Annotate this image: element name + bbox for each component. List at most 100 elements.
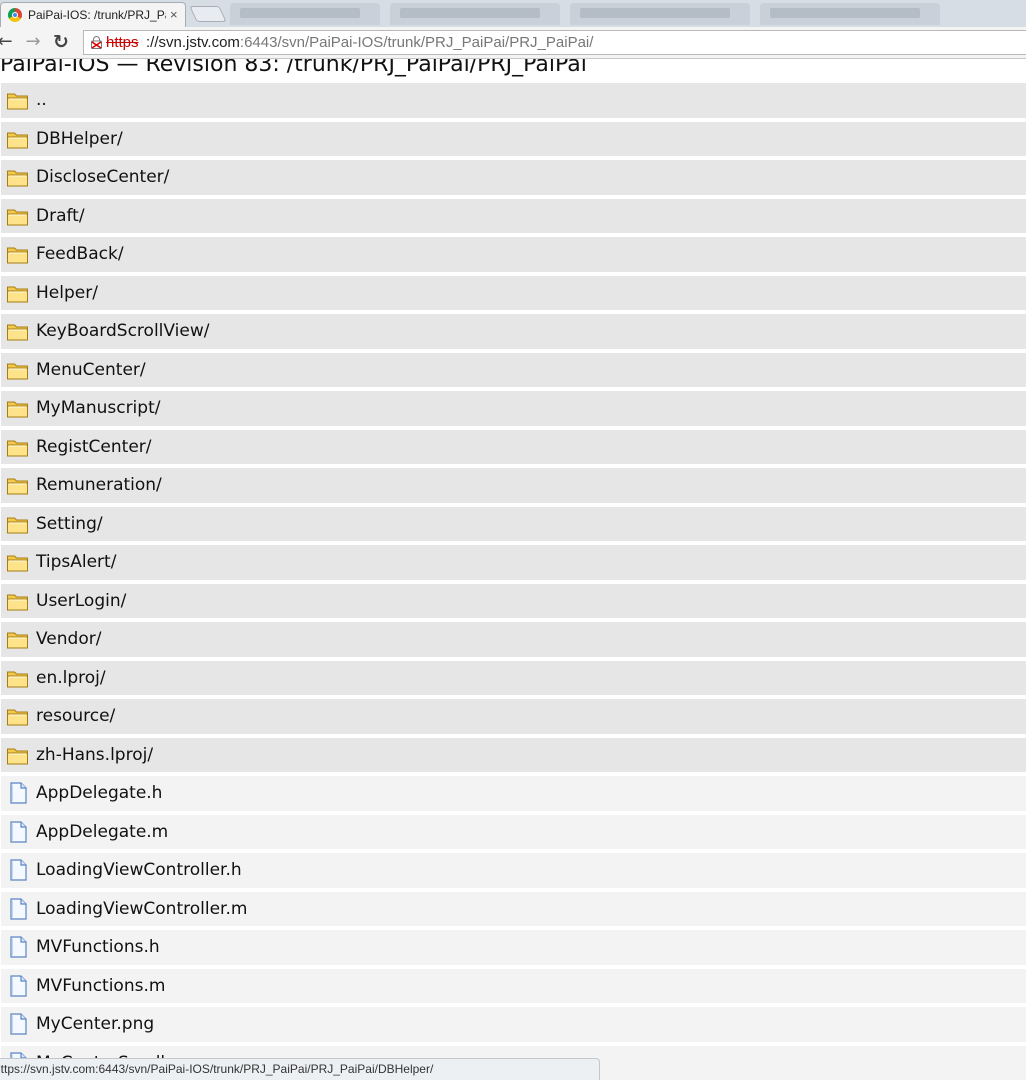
back-arrow-icon[interactable]: ←	[0, 31, 16, 53]
directory-link[interactable]: Setting/	[36, 514, 103, 534]
directory-row[interactable]: MyManuscript/	[1, 391, 1026, 426]
file-icon	[6, 1013, 30, 1035]
status-bar: https://svn.jstv.com:6443/svn/PaiPai-IOS…	[0, 1058, 600, 1080]
folder-icon	[6, 89, 30, 111]
directory-link[interactable]: DiscloseCenter/	[36, 167, 169, 187]
tab-strip: PaiPai-IOS: /trunk/PRJ_Pa ×	[0, 0, 1026, 27]
status-url: https://svn.jstv.com:6443/svn/PaiPai-IOS…	[0, 1062, 434, 1076]
chrome-favicon-icon	[8, 8, 22, 22]
file-icon	[6, 782, 30, 804]
file-link[interactable]: LoadingViewController.h	[36, 860, 242, 880]
file-link[interactable]: MVFunctions.h	[36, 937, 160, 957]
file-icon	[6, 859, 30, 881]
new-tab-button[interactable]	[189, 6, 227, 22]
folder-icon	[6, 744, 30, 766]
file-icon	[6, 820, 30, 843]
directory-row[interactable]: Setting/	[1, 506, 1026, 541]
folder-icon	[6, 513, 30, 535]
directory-link[interactable]: FeedBack/	[36, 244, 124, 264]
directory-link[interactable]: Draft/	[36, 206, 85, 226]
file-link[interactable]: MyCenter.png	[36, 1014, 154, 1034]
file-icon	[6, 936, 30, 958]
directory-link[interactable]: MenuCenter/	[36, 360, 146, 380]
directory-row[interactable]: Remuneration/	[1, 468, 1026, 503]
directory-link[interactable]: resource/	[36, 706, 115, 726]
directory-row[interactable]: MenuCenter/	[1, 352, 1026, 387]
folder-icon	[6, 205, 30, 227]
address-bar[interactable]: https ://svn.jstv.com:6443/svn/PaiPai-IO…	[83, 30, 1026, 55]
file-link[interactable]: MVFunctions.m	[36, 976, 165, 996]
folder-icon	[6, 436, 30, 458]
directory-row[interactable]: DBHelper/	[1, 121, 1026, 156]
directory-row[interactable]: RegistCenter/	[1, 429, 1026, 464]
file-row[interactable]: AppDelegate.h	[1, 776, 1026, 811]
directory-link[interactable]: Helper/	[36, 283, 98, 303]
directory-row[interactable]: FeedBack/	[1, 237, 1026, 272]
folder-icon	[6, 474, 30, 496]
folder-icon	[6, 166, 30, 188]
url-text: ://svn.jstv.com:6443/svn/PaiPai-IOS/trun…	[146, 34, 593, 51]
folder-icon	[6, 359, 30, 381]
directory-link[interactable]: Vendor/	[36, 629, 101, 649]
directory-row[interactable]: zh-Hans.lproj/	[1, 737, 1026, 772]
reload-icon[interactable]: ↻	[50, 31, 72, 53]
folder-icon	[6, 397, 30, 419]
directory-link[interactable]: MyManuscript/	[36, 398, 160, 418]
directory-link[interactable]: Remuneration/	[36, 475, 162, 495]
tab-title: PaiPai-IOS: /trunk/PRJ_Pa	[28, 8, 166, 22]
directory-row[interactable]: UserLogin/	[1, 583, 1026, 618]
folder-icon	[6, 243, 30, 265]
directory-row[interactable]: Vendor/	[1, 622, 1026, 657]
file-icon	[6, 897, 30, 920]
background-tab[interactable]	[570, 3, 750, 25]
url-path: :6443/svn/PaiPai-IOS/trunk/PRJ_PaiPai/PR…	[239, 34, 594, 51]
folder-icon	[6, 128, 30, 150]
folder-icon	[6, 320, 30, 342]
directory-link[interactable]: DBHelper/	[36, 129, 123, 149]
folder-icon	[6, 551, 30, 573]
directory-link[interactable]: zh-Hans.lproj/	[36, 745, 153, 765]
directory-row[interactable]: KeyBoardScrollView/	[1, 314, 1026, 349]
tab-close-icon[interactable]: ×	[170, 7, 178, 23]
page-content: PaiPai-IOS — Revision 83: /trunk/PRJ_Pai…	[0, 59, 1026, 1080]
url-host: ://svn.jstv.com	[146, 34, 240, 51]
file-row[interactable]: MyCenter.png	[1, 1007, 1026, 1042]
background-tab[interactable]	[390, 3, 560, 25]
directory-link[interactable]: TipsAlert/	[36, 552, 116, 572]
page-title: PaiPai-IOS — Revision 83: /trunk/PRJ_Pai…	[0, 59, 587, 77]
directory-link[interactable]: ..	[36, 90, 47, 110]
insecure-lock-icon[interactable]	[91, 36, 102, 49]
folder-icon	[6, 628, 30, 650]
directory-row[interactable]: Helper/	[1, 275, 1026, 310]
folder-icon	[6, 705, 30, 727]
directory-row[interactable]: ..	[1, 83, 1026, 118]
file-row[interactable]: MVFunctions.h	[1, 930, 1026, 965]
directory-link[interactable]: UserLogin/	[36, 591, 126, 611]
directory-link[interactable]: RegistCenter/	[36, 437, 152, 457]
file-link[interactable]: LoadingViewController.m	[36, 899, 247, 919]
tab-active[interactable]: PaiPai-IOS: /trunk/PRJ_Pa ×	[0, 2, 186, 27]
file-link[interactable]: AppDelegate.m	[36, 822, 168, 842]
file-row[interactable]: AppDelegate.m	[1, 814, 1026, 849]
directory-row[interactable]: en.lproj/	[1, 660, 1026, 695]
directory-row[interactable]: resource/	[1, 699, 1026, 734]
file-icon	[6, 974, 30, 997]
folder-icon	[6, 667, 30, 689]
folder-icon	[6, 590, 30, 612]
directory-link[interactable]: en.lproj/	[36, 668, 106, 688]
directory-row[interactable]: TipsAlert/	[1, 545, 1026, 580]
file-row[interactable]: MVFunctions.m	[1, 968, 1026, 1003]
directory-listing: .. DBHelper/DiscloseCenter/Draft/FeedBack…	[0, 83, 1026, 1080]
background-tab[interactable]	[760, 3, 940, 25]
directory-row[interactable]: DiscloseCenter/	[1, 160, 1026, 195]
file-row[interactable]: LoadingViewController.h	[1, 853, 1026, 888]
directory-row[interactable]: Draft/	[1, 198, 1026, 233]
folder-icon	[6, 282, 30, 304]
url-scheme: https	[106, 34, 139, 51]
file-link[interactable]: AppDelegate.h	[36, 783, 162, 803]
directory-link[interactable]: KeyBoardScrollView/	[36, 321, 209, 341]
background-tab[interactable]	[230, 3, 380, 25]
browser-toolbar: ← → ↻ https ://svn.jstv.com:6443/svn/Pai…	[0, 27, 1026, 59]
file-row[interactable]: LoadingViewController.m	[1, 891, 1026, 926]
forward-arrow-icon[interactable]: →	[22, 31, 44, 53]
